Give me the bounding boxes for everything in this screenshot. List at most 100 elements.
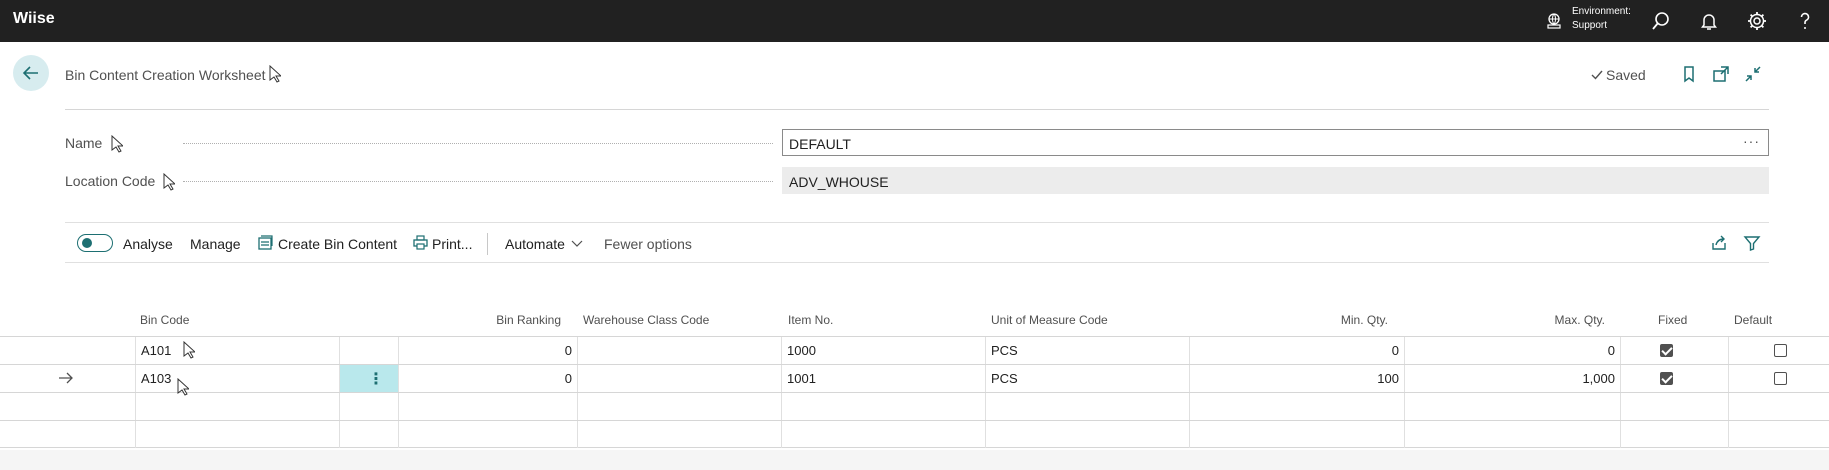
location-code-label: Location Code [65, 173, 156, 189]
cell-bin-code[interactable] [135, 421, 339, 448]
action-bar: Analyse Manage Create Bin Content Print.… [65, 222, 1769, 263]
page-title: Bin Content Creation Worksheet [65, 67, 266, 83]
col-default[interactable]: Default [1734, 313, 1772, 327]
analyse-label[interactable]: Analyse [123, 236, 173, 252]
table-row[interactable] [0, 420, 1829, 448]
cell-warehouse-class-code[interactable] [577, 421, 781, 448]
automate-menu[interactable]: Automate [505, 236, 565, 252]
cell-item-no[interactable]: 1000 [781, 337, 985, 364]
cell-fixed[interactable] [1620, 337, 1728, 364]
cell-default[interactable] [1728, 393, 1829, 420]
cell-max-qty[interactable]: 0 [1404, 337, 1620, 364]
col-uom[interactable]: Unit of Measure Code [991, 313, 1108, 327]
location-code-field[interactable]: ADV_WHOUSE [782, 167, 1769, 194]
cell-uom[interactable]: PCS [985, 365, 1189, 392]
current-row-arrow-icon [59, 372, 73, 384]
name-label: Name [65, 135, 103, 151]
table-row[interactable]: A101 0 1000 PCS 0 0 [0, 336, 1829, 364]
cell-warehouse-class-code[interactable] [577, 393, 781, 420]
cell-item-no[interactable] [781, 421, 985, 448]
brand-logo[interactable]: Wiise [13, 10, 55, 28]
back-button[interactable] [13, 55, 49, 91]
cell-min-qty[interactable]: 0 [1189, 337, 1404, 364]
cell-default[interactable] [1728, 337, 1829, 364]
col-bin-code[interactable]: Bin Code [140, 313, 189, 327]
cell-max-qty[interactable] [1404, 393, 1620, 420]
search-icon[interactable] [1649, 9, 1673, 33]
cell-warehouse-class-code[interactable] [577, 365, 781, 392]
page-footer [0, 450, 1829, 470]
default-checkbox[interactable] [1774, 344, 1787, 357]
print-button[interactable]: Print... [432, 236, 472, 252]
bell-icon[interactable] [1697, 9, 1721, 33]
row-menu-cell[interactable] [339, 393, 398, 420]
cell-max-qty[interactable]: 1,000 [1404, 365, 1620, 392]
col-item-no[interactable]: Item No. [788, 313, 833, 327]
col-min-qty[interactable]: Min. Qty. [1240, 313, 1388, 327]
location-code-value: ADV_WHOUSE [789, 174, 889, 190]
cell-default[interactable] [1728, 365, 1829, 392]
cell-uom[interactable] [985, 393, 1189, 420]
environment-icon [1547, 13, 1561, 29]
mouse-cursor-icon [163, 173, 175, 191]
default-checkbox[interactable] [1774, 372, 1787, 385]
name-field[interactable]: DEFAULT ··· [782, 129, 1769, 156]
checkmark-icon [1591, 70, 1603, 80]
table-row[interactable]: A103 ⋮ 0 1001 PCS 100 1,000 [0, 364, 1829, 392]
environment-label: Environment: [1572, 6, 1631, 17]
name-lookup-button[interactable]: ··· [1743, 133, 1760, 149]
location-leader-dots [183, 181, 773, 182]
cell-item-no[interactable] [781, 393, 985, 420]
row-menu-cell[interactable]: ⋮ [339, 365, 398, 392]
fixed-checkbox[interactable] [1660, 372, 1673, 385]
cell-bin-ranking[interactable] [398, 421, 577, 448]
cell-item-no[interactable]: 1001 [781, 365, 985, 392]
cell-warehouse-class-code[interactable] [577, 337, 781, 364]
mouse-cursor-icon [177, 378, 189, 396]
col-fixed[interactable]: Fixed [1658, 313, 1687, 327]
row-actions-kebab-icon[interactable]: ⋮ [368, 369, 384, 389]
cell-uom[interactable] [985, 421, 1189, 448]
cell-bin-ranking[interactable]: 0 [398, 337, 577, 364]
cell-bin-code[interactable]: A101 [135, 337, 339, 364]
share-icon[interactable] [1710, 234, 1728, 252]
gear-icon[interactable] [1745, 9, 1769, 33]
cell-bin-code[interactable]: A103 [135, 365, 339, 392]
cell-min-qty[interactable] [1189, 421, 1404, 448]
col-max-qty[interactable]: Max. Qty. [1450, 313, 1605, 327]
cell-fixed[interactable] [1620, 393, 1728, 420]
cell-bin-ranking[interactable]: 0 [398, 365, 577, 392]
analyse-toggle[interactable] [77, 234, 113, 252]
cell-fixed[interactable] [1620, 365, 1728, 392]
col-warehouse-class-code[interactable]: Warehouse Class Code [583, 313, 709, 327]
row-menu-cell[interactable] [339, 421, 398, 448]
cell-default[interactable] [1728, 421, 1829, 448]
collapse-icon[interactable] [1743, 64, 1763, 84]
create-bin-content-button[interactable]: Create Bin Content [278, 236, 397, 252]
manage-button[interactable]: Manage [190, 236, 241, 252]
cell-min-qty[interactable] [1189, 393, 1404, 420]
col-bin-ranking[interactable]: Bin Ranking [440, 313, 561, 327]
cell-bin-code[interactable] [135, 393, 339, 420]
cell-bin-ranking[interactable] [398, 393, 577, 420]
grid-header: Bin Code Bin Ranking Warehouse Class Cod… [0, 305, 1829, 337]
action-divider [487, 233, 488, 255]
environment-value: Support [1572, 20, 1608, 31]
help-icon[interactable] [1793, 9, 1817, 33]
cell-fixed[interactable] [1620, 421, 1728, 448]
top-bar: Wiise Environment: Support [0, 0, 1829, 42]
name-leader-dots [183, 143, 773, 144]
cell-max-qty[interactable] [1404, 421, 1620, 448]
cell-uom[interactable]: PCS [985, 337, 1189, 364]
filter-icon[interactable] [1743, 234, 1761, 252]
printer-icon [413, 235, 428, 250]
cell-min-qty[interactable]: 100 [1189, 365, 1404, 392]
row-menu-cell[interactable] [339, 337, 398, 364]
open-new-window-icon[interactable] [1711, 64, 1731, 84]
mouse-cursor-icon [111, 135, 123, 153]
table-row[interactable] [0, 392, 1829, 420]
environment-indicator[interactable]: Environment: Support [1545, 4, 1655, 38]
bookmark-icon[interactable] [1679, 64, 1699, 84]
fixed-checkbox[interactable] [1660, 344, 1673, 357]
fewer-options-button[interactable]: Fewer options [604, 236, 692, 252]
